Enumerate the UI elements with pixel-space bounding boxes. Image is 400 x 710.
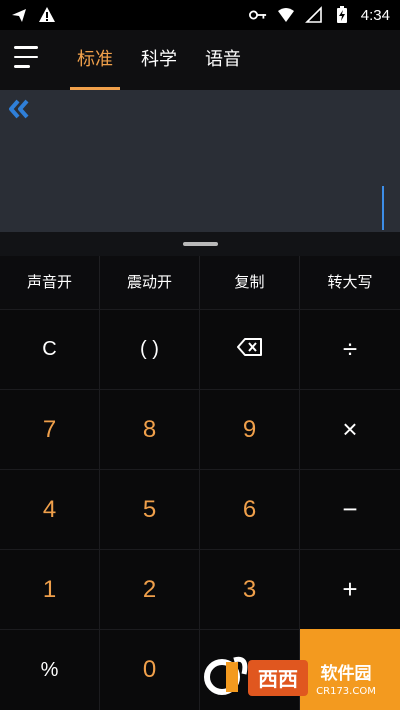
digit-1-button[interactable]: 1 xyxy=(0,549,100,629)
sound-toggle-button[interactable]: 声音开 xyxy=(0,256,100,309)
digit-5-button[interactable]: 5 xyxy=(100,469,200,549)
tab-scientific-label: 科学 xyxy=(141,49,177,70)
hamburger-menu-icon[interactable] xyxy=(14,46,48,74)
parentheses-button[interactable]: ( ) xyxy=(100,309,200,389)
text-cursor xyxy=(382,186,384,230)
vibration-toggle-button[interactable]: 震动开 xyxy=(100,256,200,309)
add-button[interactable]: + xyxy=(300,549,400,629)
app-bar: 标准 科学 语音 xyxy=(0,30,400,90)
tab-voice-label: 语音 xyxy=(205,49,241,70)
status-bar: 4:34 xyxy=(0,0,400,30)
airplane-notify-icon xyxy=(10,6,28,24)
expression-input[interactable] xyxy=(40,186,380,230)
multiply-button[interactable]: × xyxy=(300,389,400,469)
drawer-handle-area[interactable] xyxy=(0,232,400,256)
digit-7-button[interactable]: 7 xyxy=(0,389,100,469)
svg-text:CR173.COM: CR173.COM xyxy=(316,686,376,697)
copy-button[interactable]: 复制 xyxy=(200,256,300,309)
keypad: C ( ) ÷ 7 8 9 × 4 5 6 − 1 2 3 + % 0 xyxy=(0,309,400,710)
key-icon xyxy=(248,6,267,24)
tab-standard-label: 标准 xyxy=(77,49,113,70)
tab-scientific[interactable]: 科学 xyxy=(134,30,184,90)
subtract-button[interactable]: − xyxy=(300,469,400,549)
watermark-logo: 西西 软件园 CR173.COM xyxy=(204,652,382,702)
battery-charging-icon xyxy=(333,6,351,24)
digit-3-button[interactable]: 3 xyxy=(200,549,300,629)
svg-text:西西: 西西 xyxy=(258,667,298,691)
signal-icon xyxy=(304,6,323,24)
digit-8-button[interactable]: 8 xyxy=(100,389,200,469)
convert-uppercase-button[interactable]: 转大写 xyxy=(300,256,400,309)
option-row: 声音开 震动开 复制 转大写 xyxy=(0,256,400,309)
digit-0-button[interactable]: 0 xyxy=(100,629,200,710)
tab-voice[interactable]: 语音 xyxy=(198,30,248,90)
double-chevron-left-icon[interactable] xyxy=(8,98,32,120)
digit-9-button[interactable]: 9 xyxy=(200,389,300,469)
digit-2-button[interactable]: 2 xyxy=(100,549,200,629)
calculator-display xyxy=(0,90,400,232)
backspace-button[interactable] xyxy=(200,309,300,389)
status-time: 4:34 xyxy=(360,6,390,24)
percent-button[interactable]: % xyxy=(0,629,100,710)
tab-standard[interactable]: 标准 xyxy=(70,30,120,90)
svg-text:软件园: 软件园 xyxy=(321,663,372,684)
status-left xyxy=(10,6,56,24)
status-right: 4:34 xyxy=(248,6,390,24)
digit-6-button[interactable]: 6 xyxy=(200,469,300,549)
backspace-icon xyxy=(236,337,263,362)
digit-4-button[interactable]: 4 xyxy=(0,469,100,549)
clear-button[interactable]: C xyxy=(0,309,100,389)
wifi-icon xyxy=(277,6,295,24)
divide-button[interactable]: ÷ xyxy=(300,309,400,389)
drag-handle[interactable] xyxy=(183,242,218,246)
warning-icon xyxy=(38,6,56,24)
